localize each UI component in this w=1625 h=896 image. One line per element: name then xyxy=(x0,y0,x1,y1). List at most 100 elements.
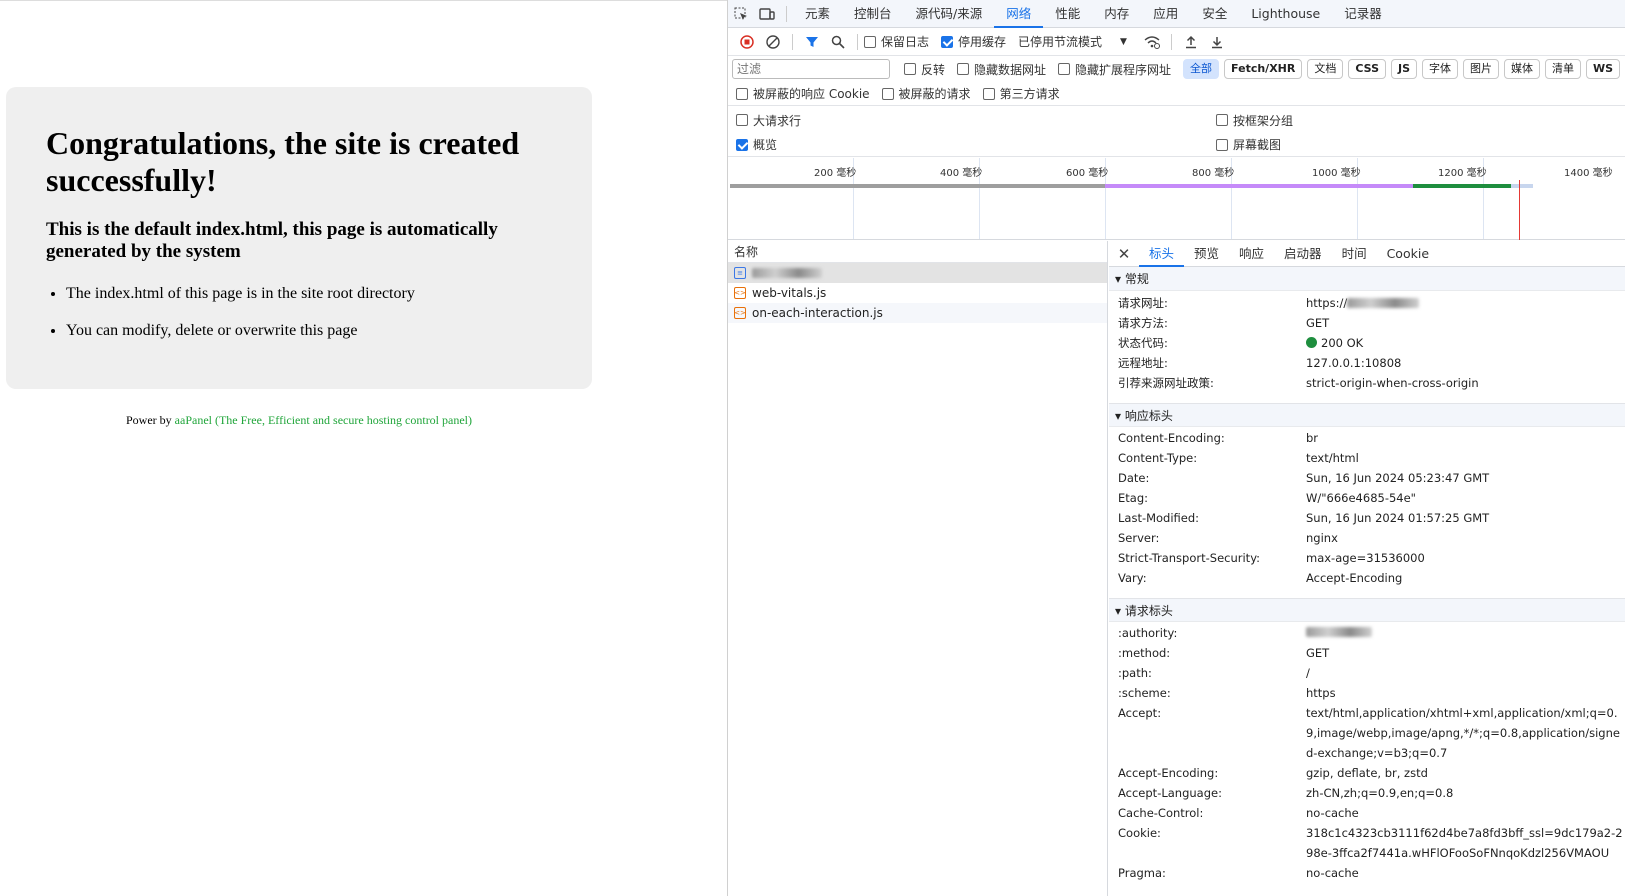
tab-timing[interactable]: 时间 xyxy=(1332,241,1377,267)
header-value[interactable]: Accept-Encoding xyxy=(1306,568,1624,588)
request-row[interactable]: <> web-vitals.js xyxy=(728,283,1107,303)
header-value[interactable]: Sun, 16 Jun 2024 05:23:47 GMT xyxy=(1306,468,1624,488)
header-value[interactable]: text/html xyxy=(1306,448,1624,468)
hide-data-urls-checkbox[interactable]: 隐藏数据网址 xyxy=(957,61,1046,78)
filter-type-js[interactable]: JS xyxy=(1391,59,1418,79)
filter-type-manifest[interactable]: 清单 xyxy=(1545,59,1582,79)
throttling-select[interactable]: 已停用节流模式 ▼ xyxy=(1018,33,1127,50)
preserve-log-checkbox[interactable]: 保留日志 xyxy=(864,33,929,50)
filter-icon[interactable] xyxy=(799,30,825,54)
inspect-element-icon[interactable] xyxy=(728,2,754,26)
checkbox-box[interactable] xyxy=(881,87,894,100)
tab-elements[interactable]: 元素 xyxy=(793,0,842,28)
tab-security[interactable]: 安全 xyxy=(1190,0,1239,28)
checkbox-box[interactable] xyxy=(864,35,876,48)
header-key: Content-Encoding: xyxy=(1118,431,1225,445)
filter-type-all[interactable]: 全部 xyxy=(1183,59,1220,79)
header-value[interactable]: W/"666e4685-54e" xyxy=(1306,488,1624,508)
filter-type-media[interactable]: 媒体 xyxy=(1504,59,1541,79)
hide-extension-urls-checkbox[interactable]: 隐藏扩展程序网址 xyxy=(1058,61,1171,78)
header-value[interactable]: 127.0.0.1:10808 xyxy=(1306,353,1624,373)
tab-performance[interactable]: 性能 xyxy=(1043,0,1092,28)
tab-lighthouse[interactable]: Lighthouse xyxy=(1239,0,1332,28)
tab-preview[interactable]: 预览 xyxy=(1184,241,1229,267)
header-value[interactable]: GET xyxy=(1306,313,1624,333)
header-value[interactable]: / xyxy=(1306,663,1624,683)
header-value[interactable]: 318c1c4323cb3111f62d4be7a8fd3bff_ssl=9dc… xyxy=(1306,823,1624,863)
tab-cookies[interactable]: Cookie xyxy=(1377,241,1439,267)
tab-initiator[interactable]: 启动器 xyxy=(1274,241,1332,267)
tab-sources[interactable]: 源代码/来源 xyxy=(904,0,995,28)
header-value[interactable]: https:// xyxy=(1306,293,1624,313)
checkbox-box[interactable] xyxy=(1216,138,1228,151)
export-har-icon[interactable] xyxy=(1204,30,1230,54)
header-value[interactable]: GET xyxy=(1306,643,1624,663)
filter-type-font[interactable]: 字体 xyxy=(1422,59,1459,79)
header-value[interactable]: max-age=31536000 xyxy=(1306,548,1624,568)
checkbox-box[interactable] xyxy=(736,87,748,100)
header-value[interactable]: https xyxy=(1306,683,1624,703)
request-row[interactable]: <> on-each-interaction.js xyxy=(728,303,1107,323)
header-value[interactable]: zh-CN,zh;q=0.9,en;q=0.8 xyxy=(1306,783,1624,803)
search-icon[interactable] xyxy=(825,30,851,54)
third-party-checkbox[interactable]: 第三方请求 xyxy=(982,85,1060,102)
header-value[interactable]: Sun, 16 Jun 2024 01:57:25 GMT xyxy=(1306,508,1624,528)
hide-extension-urls-label: 隐藏扩展程序网址 xyxy=(1075,62,1172,77)
tab-network[interactable]: 网络 xyxy=(994,0,1044,28)
column-header-name[interactable]: 名称 xyxy=(728,241,1107,263)
tab-headers[interactable]: 标头 xyxy=(1139,241,1185,267)
screenshots-checkbox[interactable]: 屏幕截图 xyxy=(1216,136,1281,153)
checkbox-box[interactable] xyxy=(904,63,916,75)
header-value[interactable]: text/html,application/xhtml+xml,applicat… xyxy=(1306,703,1624,763)
section-response-headers[interactable]: ▾ 响应标头 xyxy=(1109,403,1625,427)
header-value[interactable]: 200 OK xyxy=(1306,333,1624,353)
section-general[interactable]: ▾ 常规 xyxy=(1109,267,1625,291)
network-overview-timeline[interactable]: 200 毫秒 400 毫秒 600 毫秒 800 毫秒 1000 毫秒 1200… xyxy=(728,158,1625,240)
clear-icon[interactable] xyxy=(760,30,786,54)
overview-checkbox[interactable]: 概览 xyxy=(736,136,777,153)
section-request-headers[interactable]: ▾ 请求标头 xyxy=(1109,598,1625,622)
request-row[interactable]: ≡ xyxy=(728,263,1107,283)
checkbox-box[interactable] xyxy=(736,114,748,126)
checkbox-box[interactable] xyxy=(1216,114,1228,126)
tab-application[interactable]: 应用 xyxy=(1141,0,1190,28)
header-value[interactable]: br xyxy=(1306,428,1624,448)
header-value[interactable]: nginx xyxy=(1306,528,1624,548)
tab-memory[interactable]: 内存 xyxy=(1092,0,1141,28)
aapanel-link[interactable]: aaPanel (The Free, Efficient and secure … xyxy=(175,413,472,427)
group-by-frame-checkbox[interactable]: 按框架分组 xyxy=(1216,112,1293,129)
blocked-requests-checkbox[interactable]: 被屏蔽的请求 xyxy=(881,85,971,102)
header-value[interactable]: no-cache xyxy=(1306,863,1624,883)
toolbar-divider xyxy=(1170,33,1172,50)
header-value[interactable]: gzip, deflate, br, zstd xyxy=(1306,763,1624,783)
filter-type-img[interactable]: 图片 xyxy=(1463,59,1500,79)
device-toolbar-icon[interactable] xyxy=(754,2,780,26)
checkbox-box[interactable] xyxy=(736,138,748,151)
checkbox-box[interactable] xyxy=(941,35,954,48)
filter-type-css[interactable]: CSS xyxy=(1348,59,1387,79)
tab-console[interactable]: 控制台 xyxy=(842,0,904,28)
checkbox-box[interactable] xyxy=(957,63,970,75)
tab-response[interactable]: 响应 xyxy=(1229,241,1274,267)
filter-type-doc[interactable]: 文档 xyxy=(1307,59,1344,79)
close-icon[interactable]: ✕ xyxy=(1109,242,1139,266)
tab-recorder[interactable]: 记录器 xyxy=(1332,0,1394,28)
header-value[interactable]: no-cache xyxy=(1306,803,1624,823)
timeline-label: 400 毫秒 xyxy=(940,168,983,179)
checkbox-box[interactable] xyxy=(1058,63,1071,75)
invert-checkbox[interactable]: 反转 xyxy=(904,61,945,78)
document-icon: ≡ xyxy=(734,267,746,279)
checkbox-box[interactable] xyxy=(982,87,995,100)
page-viewport: Congratulations, the site is created suc… xyxy=(0,0,727,896)
filter-input[interactable] xyxy=(732,59,890,79)
record-stop-icon[interactable] xyxy=(734,30,760,54)
blocked-cookies-checkbox[interactable]: 被屏蔽的响应 Cookie xyxy=(736,85,870,102)
network-conditions-icon[interactable] xyxy=(1139,30,1165,54)
disable-cache-checkbox[interactable]: 停用缓存 xyxy=(941,33,1006,50)
filter-type-fetch-xhr[interactable]: Fetch/XHR xyxy=(1224,59,1303,79)
big-rows-checkbox[interactable]: 大请求行 xyxy=(736,112,801,129)
filter-type-ws[interactable]: WS xyxy=(1586,59,1621,79)
import-har-icon[interactable] xyxy=(1178,30,1204,54)
header-value[interactable]: strict-origin-when-cross-origin xyxy=(1306,373,1624,393)
header-value[interactable] xyxy=(1306,623,1624,643)
